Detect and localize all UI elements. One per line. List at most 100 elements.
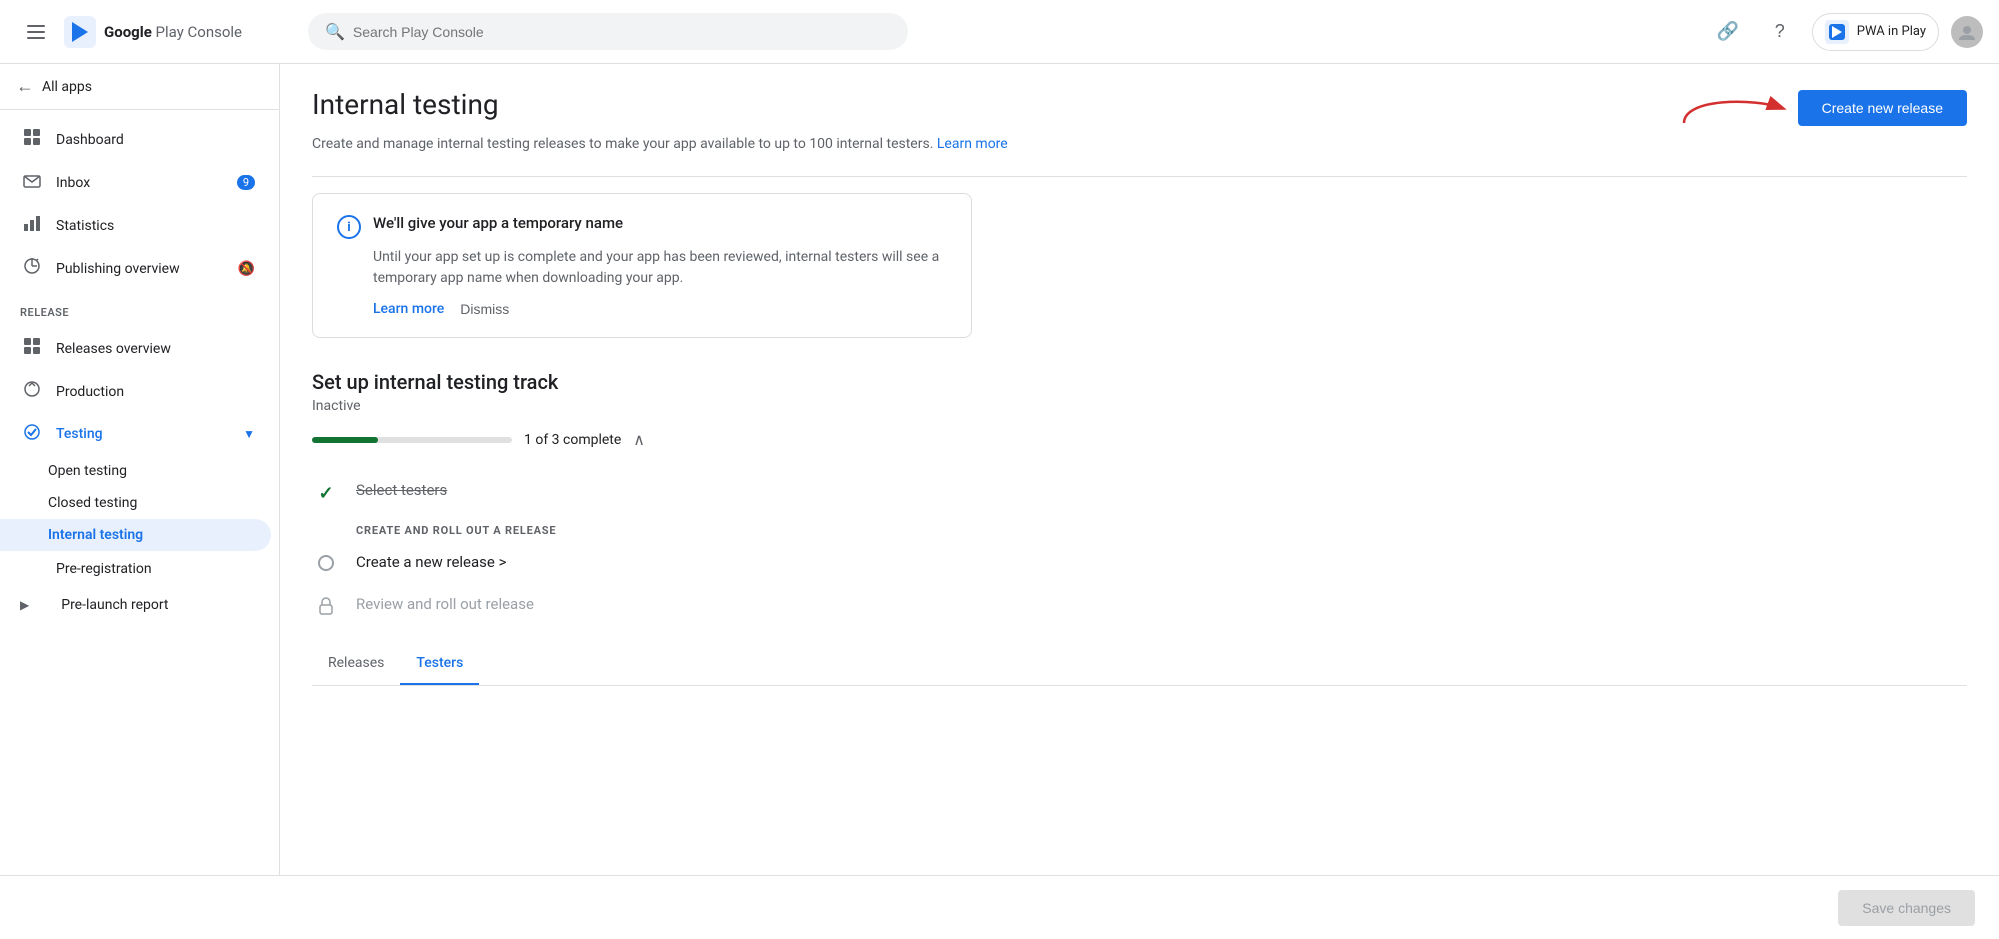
dashboard-icon <box>20 128 44 151</box>
help-icon: ? <box>1775 21 1785 42</box>
step-create-release-label: Create a new release > <box>356 553 506 571</box>
setup-status: Inactive <box>312 398 1967 414</box>
create-release-btn-wrap: Create new release <box>1674 88 1967 128</box>
bottom-bar: Save changes <box>0 875 1999 939</box>
notifications-off-icon: 🔕 <box>238 261 255 277</box>
main-layout: ← All apps Dashboard Inbox 9 Statistics <box>0 64 1999 875</box>
app-chip[interactable]: PWA in Play <box>1812 13 1939 51</box>
search-icon: 🔍 <box>325 22 345 41</box>
step-review-rollout: Review and roll out release <box>312 583 1967 627</box>
help-button[interactable]: ? <box>1760 12 1800 52</box>
arrow-indicator <box>1674 88 1794 128</box>
dismiss-button[interactable]: Dismiss <box>460 301 509 317</box>
sidebar-item-inbox[interactable]: Inbox 9 <box>0 161 271 204</box>
progress-text: 1 of 3 complete <box>524 432 621 448</box>
link-icon: 🔗 <box>1717 21 1739 42</box>
topbar-right: 🔗 ? PWA in Play <box>1708 12 1983 52</box>
all-apps-label: All apps <box>42 79 92 95</box>
dashboard-label: Dashboard <box>56 132 124 148</box>
sidebar: ← All apps Dashboard Inbox 9 Statistics <box>0 64 280 875</box>
sidebar-item-production[interactable]: Production <box>0 370 271 413</box>
app-chip-name: PWA in Play <box>1857 24 1926 39</box>
step-review-rollout-label: Review and roll out release <box>356 595 534 613</box>
sidebar-item-open-testing[interactable]: Open testing <box>0 455 271 487</box>
search-input[interactable] <box>353 24 891 40</box>
search-bar[interactable]: 🔍 <box>308 13 908 50</box>
logo-icon <box>64 16 96 48</box>
topbar-left: Google Play Console <box>16 12 296 52</box>
menu-button[interactable] <box>16 12 56 52</box>
app-chip-icon <box>1825 20 1849 44</box>
info-circle-icon: i <box>337 215 361 239</box>
step-lock-icon <box>312 597 340 615</box>
release-section-label: Release <box>0 290 279 327</box>
inbox-badge: 9 <box>237 175 255 190</box>
info-box-actions: Learn more Dismiss <box>373 301 947 317</box>
inbox-icon <box>20 171 44 194</box>
chevron-down-icon: ▼ <box>243 427 255 441</box>
sidebar-item-pre-registration[interactable]: Pre-registration <box>0 551 271 587</box>
sidebar-item-internal-testing[interactable]: Internal testing <box>0 519 271 551</box>
avatar[interactable] <box>1951 16 1983 48</box>
info-learn-more-link[interactable]: Learn more <box>373 301 444 317</box>
info-box-header: i We'll give your app a temporary name <box>337 214 947 239</box>
internal-testing-label: Internal testing <box>48 527 143 543</box>
publishing-icon <box>20 257 44 280</box>
content-area: Internal testing Create new release Crea… <box>280 64 1999 875</box>
pre-registration-label: Pre-registration <box>56 561 152 577</box>
statistics-icon <box>20 214 44 237</box>
releases-overview-icon <box>20 337 44 360</box>
sidebar-item-testing[interactable]: Testing ▼ <box>0 413 271 455</box>
step-select-testers: ✓ Select testers <box>312 469 1967 516</box>
info-box-text: Until your app set up is complete and yo… <box>373 247 947 289</box>
pre-launch-label: Pre-launch report <box>61 597 168 613</box>
hamburger-icon <box>19 17 53 47</box>
create-rollout-header: CREATE AND ROLL OUT A RELEASE <box>312 516 1967 541</box>
header-divider <box>312 176 1967 177</box>
step-check-icon: ✓ <box>312 483 340 504</box>
closed-testing-label: Closed testing <box>48 495 137 511</box>
sidebar-item-releases-overview[interactable]: Releases overview <box>0 327 271 370</box>
tab-testers[interactable]: Testers <box>400 643 479 685</box>
step-circle-icon <box>312 555 340 571</box>
link-icon-button[interactable]: 🔗 <box>1708 12 1748 52</box>
sidebar-item-dashboard[interactable]: Dashboard <box>0 118 271 161</box>
info-box-title: We'll give your app a temporary name <box>373 214 623 232</box>
inbox-label: Inbox <box>56 175 90 191</box>
tab-releases[interactable]: Releases <box>312 643 400 685</box>
step-create-release[interactable]: Create a new release > <box>312 541 1967 583</box>
sidebar-item-pre-launch[interactable]: ▶ Pre-launch report <box>0 587 271 623</box>
progress-bar-fill <box>312 437 378 443</box>
progress-bar-bg <box>312 437 512 443</box>
production-icon <box>20 380 44 403</box>
info-box: i We'll give your app a temporary name U… <box>312 193 972 338</box>
content-tabs: Releases Testers <box>312 643 1967 686</box>
logo-area: Google Play Console <box>64 16 242 48</box>
progress-row: 1 of 3 complete ∧ <box>312 430 1967 449</box>
back-icon: ← <box>16 76 34 97</box>
setup-title: Set up internal testing track <box>312 370 1967 394</box>
create-release-button[interactable]: Create new release <box>1798 90 1967 126</box>
topbar: Google Play Console 🔍 🔗 ? PWA in Play <box>0 0 1999 64</box>
chevron-up-icon[interactable]: ∧ <box>633 430 645 449</box>
testing-label: Testing <box>56 426 103 442</box>
sidebar-item-statistics[interactable]: Statistics <box>0 204 271 247</box>
open-testing-label: Open testing <box>48 463 127 479</box>
page-header: Internal testing Create new release <box>312 88 1967 128</box>
page-subtitle: Create and manage internal testing relea… <box>312 136 1967 152</box>
testing-icon <box>20 423 44 445</box>
page-title: Internal testing <box>312 88 499 121</box>
publishing-label: Publishing overview <box>56 261 180 277</box>
releases-overview-label: Releases overview <box>56 341 171 357</box>
save-changes-button[interactable]: Save changes <box>1838 890 1975 926</box>
learn-more-header-link[interactable]: Learn more <box>937 136 1008 152</box>
logo-text: Google Play Console <box>104 23 242 41</box>
expand-icon: ▶ <box>20 598 29 612</box>
sidebar-item-publishing[interactable]: Publishing overview 🔕 <box>0 247 271 290</box>
sidebar-item-closed-testing[interactable]: Closed testing <box>0 487 271 519</box>
sidebar-all-apps[interactable]: ← All apps <box>0 64 279 110</box>
steps-list: ✓ Select testers CREATE AND ROLL OUT A R… <box>312 469 1967 627</box>
step-select-testers-label: Select testers <box>356 481 447 499</box>
statistics-label: Statistics <box>56 218 114 234</box>
production-label: Production <box>56 384 124 400</box>
